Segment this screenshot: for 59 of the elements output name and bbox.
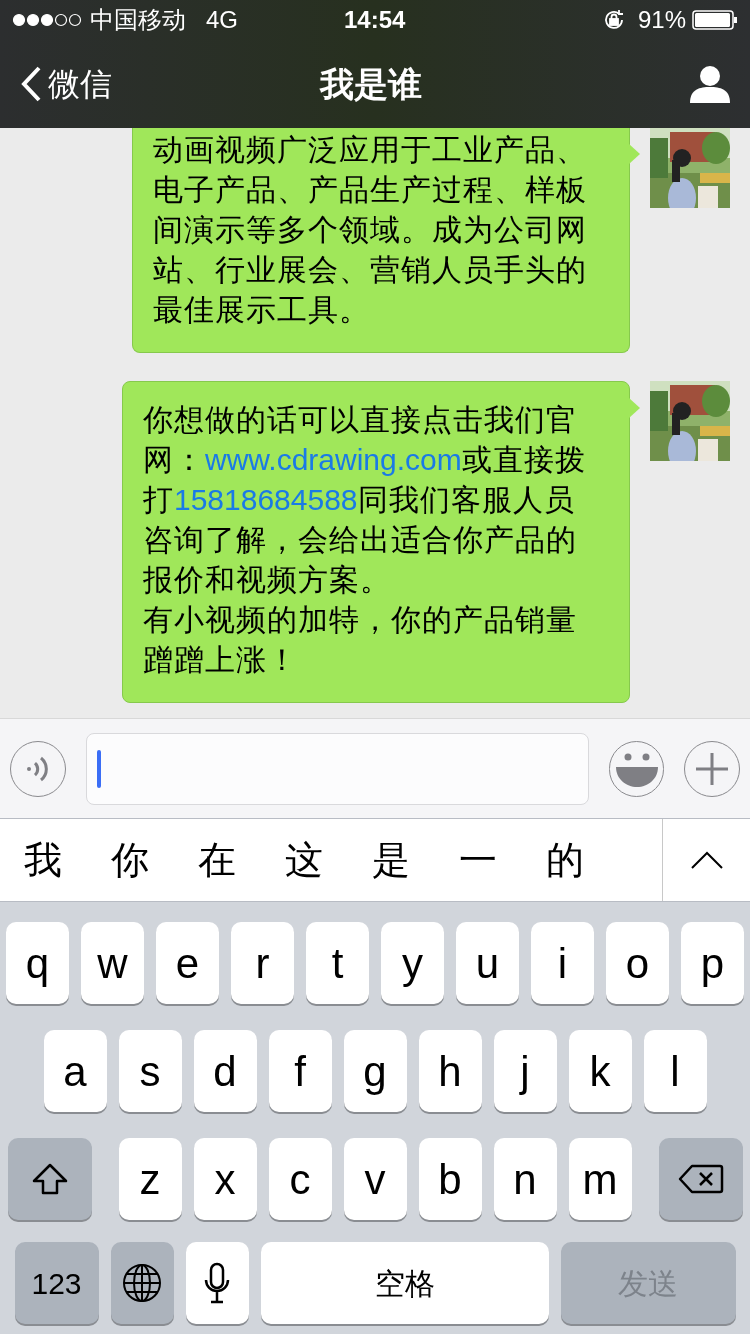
battery-percent: 91% (637, 5, 686, 35)
key[interactable]: u (456, 922, 519, 1004)
key[interactable]: m (568, 1138, 632, 1220)
key[interactable]: o (606, 922, 669, 1004)
key[interactable]: v (343, 1138, 407, 1220)
carrier-name: 中国移动 (90, 5, 186, 35)
back-button[interactable]: 微信 (20, 60, 112, 108)
key[interactable]: p (681, 922, 744, 1004)
key[interactable]: w (81, 922, 144, 1004)
key[interactable]: k (568, 1030, 632, 1112)
key[interactable]: a (43, 1030, 107, 1112)
candidate-word[interactable]: 在 (198, 831, 236, 889)
signal-icon (12, 13, 82, 27)
plus-icon (695, 751, 730, 786)
message-text: 有小视频的加特，你的产品销量蹭蹭上涨！ (143, 602, 578, 678)
globe-key[interactable] (110, 1242, 174, 1324)
candidate-word[interactable]: 你 (111, 831, 149, 889)
key[interactable]: y (381, 922, 444, 1004)
key[interactable]: f (268, 1030, 332, 1112)
candidate-word[interactable]: 这 (285, 831, 323, 889)
candidate-word[interactable]: 一 (459, 831, 497, 889)
key[interactable]: g (343, 1030, 407, 1112)
profile-icon[interactable] (690, 65, 730, 103)
number-key[interactable]: 123 (14, 1242, 99, 1324)
shift-icon (31, 1163, 68, 1195)
candidate-word[interactable]: 是 (372, 831, 410, 889)
shift-key[interactable] (7, 1138, 92, 1220)
key[interactable]: c (268, 1138, 332, 1220)
candidate-word[interactable]: 我 (24, 831, 62, 889)
candidate-word[interactable]: 的 (546, 831, 584, 889)
key[interactable]: n (493, 1138, 557, 1220)
message-text: 动画视频广泛应用于工业产品、电子产品、产品生产过程、样板间演示等多个领域。成为公司网站、行业展会、营销人员手头的最佳展示工具。 (153, 132, 588, 328)
network-type: 4G (206, 5, 238, 35)
key[interactable]: e (156, 922, 219, 1004)
key[interactable]: s (118, 1030, 182, 1112)
microphone-key[interactable] (185, 1242, 249, 1324)
delete-key[interactable] (658, 1138, 743, 1220)
globe-icon (122, 1263, 162, 1303)
battery-icon (692, 10, 738, 30)
delete-icon (677, 1164, 724, 1194)
message-input-field[interactable] (85, 732, 589, 805)
message-text: 你想做的话可以直接点击我们官网：www.cdrawing.com或直接拨打15818684588同我们客服人员咨询了解，会给出适合你产品的报价和视频方案。 (143, 402, 587, 598)
microphone-icon (204, 1262, 230, 1304)
back-icon (20, 65, 42, 103)
key[interactable]: l (643, 1030, 707, 1112)
chevron-up-icon (690, 851, 723, 869)
chat-title: 我是谁 (320, 63, 422, 105)
key[interactable]: t (306, 922, 369, 1004)
key[interactable]: h (418, 1030, 482, 1112)
space-key[interactable]: 空格 (260, 1242, 549, 1324)
key[interactable]: j (493, 1030, 557, 1112)
key[interactable]: r (231, 922, 294, 1004)
key[interactable]: q (6, 922, 69, 1004)
key[interactable]: b (418, 1138, 482, 1220)
key[interactable]: i (531, 922, 594, 1004)
key[interactable]: x (193, 1138, 257, 1220)
key[interactable]: z (118, 1138, 182, 1220)
key[interactable]: d (193, 1030, 257, 1112)
clock-time: 14:54 (344, 5, 406, 35)
